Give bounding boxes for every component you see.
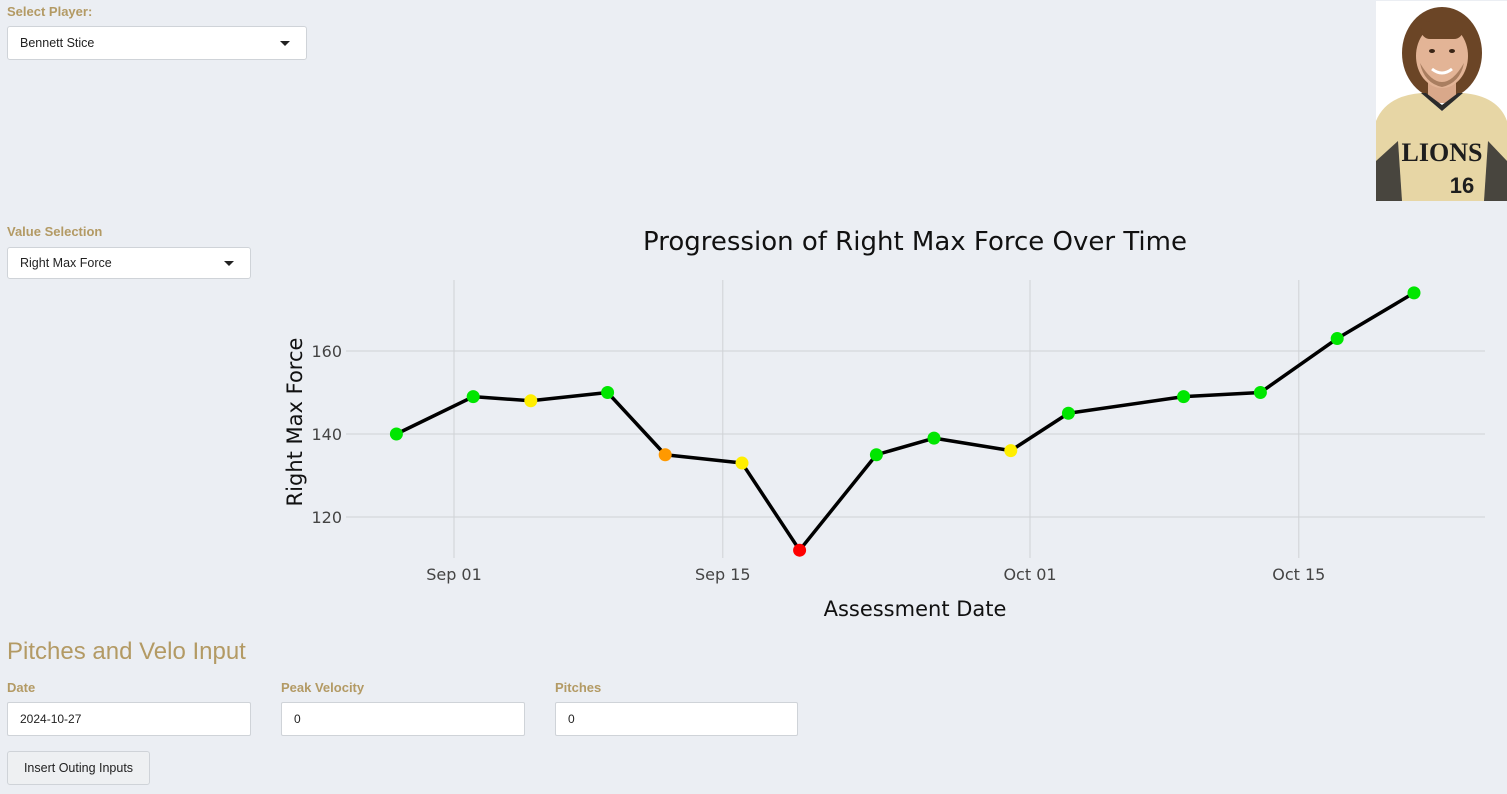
- x-tick-label: Sep 01: [426, 565, 482, 584]
- peak-velocity-input[interactable]: 0: [281, 702, 525, 736]
- x-tick-label: Oct 01: [1003, 565, 1056, 584]
- y-tick-label: 120: [311, 508, 342, 527]
- data-point[interactable]: [735, 456, 749, 470]
- date-label: Date: [7, 680, 36, 695]
- series-line: [395, 291, 1415, 552]
- progression-chart: Progression of Right Max Force Over Time…: [283, 227, 1485, 621]
- y-tick-label: 160: [311, 342, 342, 361]
- data-point[interactable]: [524, 394, 538, 408]
- data-point[interactable]: [1407, 286, 1421, 300]
- x-tick-label: Oct 15: [1272, 565, 1325, 584]
- pitches-label: Pitches: [555, 680, 602, 695]
- data-point[interactable]: [869, 448, 883, 462]
- section-title: Pitches and Velo Input: [7, 638, 246, 665]
- y-axis-label: Right Max Force: [283, 338, 307, 507]
- date-input[interactable]: 2024-10-27: [7, 702, 251, 736]
- pitches-input[interactable]: 0: [555, 702, 798, 736]
- x-tick-label: Sep 15: [695, 565, 751, 584]
- data-point[interactable]: [1061, 406, 1075, 420]
- x-axis-ticks: Sep 01 Sep 15 Oct 01 Oct 15: [426, 565, 1325, 584]
- data-point[interactable]: [927, 431, 941, 445]
- chart-grid: [346, 280, 1485, 558]
- insert-outing-inputs-button[interactable]: Insert Outing Inputs: [7, 751, 150, 785]
- y-tick-label: 140: [311, 425, 342, 444]
- data-point[interactable]: [1330, 332, 1344, 346]
- data-point[interactable]: [1004, 444, 1018, 458]
- data-point[interactable]: [1253, 386, 1267, 399]
- y-axis-ticks: 120 140 160: [311, 342, 342, 527]
- data-points: [389, 286, 1421, 557]
- data-point[interactable]: [1177, 390, 1191, 404]
- peak-velocity-label: Peak Velocity: [281, 680, 365, 695]
- data-point[interactable]: [793, 543, 807, 557]
- data-point[interactable]: [601, 386, 615, 399]
- chart-title: Progression of Right Max Force Over Time: [643, 227, 1187, 257]
- data-point[interactable]: [389, 427, 403, 441]
- x-axis-label: Assessment Date: [824, 597, 1007, 621]
- data-point[interactable]: [466, 390, 480, 404]
- data-point[interactable]: [658, 448, 672, 462]
